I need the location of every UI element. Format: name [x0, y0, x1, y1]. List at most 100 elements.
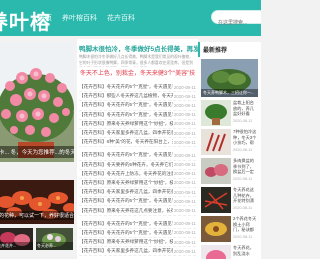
- list-item[interactable]: 【花卉百科】冬天家里多养这几盆，四季开花香满屋花2020-08-11: [79, 188, 196, 198]
- featured-card[interactable]: 冬天养鸭脚木，三招让你一...: [201, 59, 258, 97]
- page: 养叶榕 首页 养叶榕百科 花卉百科: [0, 0, 261, 259]
- list-item[interactable]: 【花卉百科】原来冬天养花这几点要注意，长得旺 2020-08-11: [79, 206, 196, 216]
- featured-caption: 冬天养鸭脚木，三招让你一...: [201, 89, 258, 97]
- list-item-date: 2020-08-11: [173, 171, 196, 177]
- recommend-thumb: [201, 187, 231, 213]
- list-item[interactable]: 【花卉百科】冬天花卉的5个“克星”，冬天遇见它，对2020-08-11: [79, 101, 196, 111]
- recommend-sidebar: 最新推荐 冬天养鸭脚木，三招让你一... 盆栽上阳台放的，养几盆好好看 2020-…: [198, 42, 261, 259]
- article-list-2: 【花卉百科】冬天花卉的5个“克星”，冬天遇见它，对2020-08-11 【花卉百…: [77, 151, 198, 216]
- secondary-slide-image[interactable]: 的花种，可以试一下，养好很适合乡镇...: [0, 180, 74, 224]
- list-item-title: 【花卉百科】冬天家里多养这几盆，四季开花香满屋花: [79, 248, 173, 254]
- list-item[interactable]: 【花卉百科】冬天花卉的5个“克星”，冬天遇见它，对2020-08-11: [79, 111, 196, 120]
- recommend-title: 冬天养花，别乱浇水: [233, 245, 254, 256]
- headline-summary: 鸭脚木很怕冷冬季做好几点长得美，鸭脚木是我们常见的观叶植物，它的叶子形状很像鸭脚…: [79, 55, 193, 65]
- main-nav: 首页 养叶榕百科 花卉百科: [38, 13, 135, 23]
- list-item-date: 2020-08-11: [173, 162, 196, 168]
- recommend-title: 盆栽上阳台放的，养几盆好好看: [233, 100, 254, 117]
- list-item-date: 2020-08-11: [173, 239, 196, 245]
- list-item-title: 【花卉百科】冬天花卉的5个“克星”，冬天遇见它，对: [79, 220, 173, 226]
- article-list-1: 【花卉百科】冬天花卉的5个“克星”，冬天遇见它，对2020-08-11 【花卉百…: [77, 83, 198, 148]
- nav-home[interactable]: 首页: [38, 13, 52, 23]
- list-item-title: 【花卉百科】冬天花卉的5个“克星”，冬天遇见它，对: [79, 229, 173, 235]
- list-item-title: 【花卉百科】冬天家里多养这几盆，四季开花香满屋花: [79, 189, 173, 195]
- headline-link[interactable]: 鸭脚木很怕冷，冬季做好5点长得美，再发“翡翠”: [77, 39, 198, 54]
- recommend-thumb: [201, 100, 231, 126]
- thumb-row: 花卉花卉... 冬天必养...: [0, 228, 74, 250]
- list-item-title: 【花卉百科】原来冬天养绿萝用这个“妙招”，枝繁叶茂: [79, 179, 173, 185]
- list-item-title: 【花卉百科】冬天花卉的5个“克星”，冬天遇见它，对: [79, 84, 173, 90]
- search-input[interactable]: [212, 17, 261, 29]
- list-item[interactable]: 【花卉百科】冬天花卉的5个“克星”，冬天遇见它，对2020-08-11: [79, 151, 196, 161]
- recommend-item[interactable]: 多肉换盆的季节到了，换盆后一定要注意 2020-08-11: [201, 158, 258, 184]
- list-item[interactable]: 【花卉百科】冬天花卉的5个“克星”，冬天遇见它，对2020-08-11: [79, 83, 196, 93]
- list-item[interactable]: 【花卉百科】冬天要养的5种花卉，冬天养它们开花 2020-08-11: [79, 161, 196, 170]
- list-item-title: 【花卉百科】冬天花卉上防冻，冬天养花的注意事项: [79, 170, 173, 176]
- list-item-date: 2020-08-11: [173, 198, 196, 204]
- recommend-item[interactable]: 冬天养花这几种花卉，开花特别漂亮 2020-08-11: [201, 187, 258, 213]
- list-item[interactable]: 【花卉百科】6种“美”的花，冬天养在阳台上，开花 2020-08-11: [79, 138, 196, 148]
- recommend-heading: 最新推荐: [198, 42, 261, 57]
- hero-slide-image[interactable]: 卡... 冬，今天为您推荐...的冬天: [0, 42, 74, 162]
- list-item[interactable]: 【花卉百科】冬天家里多养这几盆，四季开花香满屋花2020-08-11: [79, 247, 196, 257]
- recommend-date: 2020-08-11: [233, 148, 253, 152]
- list-item-date: 2020-08-11: [173, 139, 196, 145]
- list-item[interactable]: 【花卉百科】冬天花卉上防冻，冬天养花的注意事项2020-08-11: [79, 170, 196, 179]
- thumb-card[interactable]: 花卉花卉...: [0, 228, 33, 250]
- list-item-date: 2020-08-11: [173, 180, 196, 186]
- list-item-title: 【花卉百科】6种“美”的花，冬天养在阳台上，开花: [79, 139, 173, 145]
- list-item-date: 2020-08-11: [173, 84, 196, 90]
- recommend-thumb: [201, 245, 231, 259]
- list-item-title: 【花卉百科】原来冬天养花这几点要注意，长得旺: [79, 207, 173, 213]
- left-column: 卡... 冬，今天为您推荐...的冬天 的花种，可以试一下，养好很适合乡镇...: [0, 42, 74, 250]
- search-box: [211, 10, 261, 29]
- hero-flower-illustration: [0, 42, 74, 162]
- thumb-caption: 冬天必养...: [36, 242, 73, 250]
- list-item[interactable]: 【花卉百科】原来冬天养绿萝用这个“妙招”，枝繁叶茂2020-08-11: [79, 238, 196, 248]
- recommend-item[interactable]: 7种很怕冷这种，冬天3个小技巧，帮它过冬 2020-08-11: [201, 129, 258, 155]
- thumb-caption: 花卉花卉...: [0, 242, 33, 250]
- recommend-date: 2020-08-11: [233, 235, 253, 239]
- recommend-thumb: [201, 129, 231, 155]
- recommend-title: 冬天养花这几种花卉，开花特别漂亮: [233, 187, 254, 204]
- nav-yangyerong[interactable]: 养叶榕百科: [62, 13, 97, 23]
- recommend-date: 2020-08-11: [233, 119, 253, 123]
- list-item[interactable]: 【花卉百科】那些人冬天养这几盆植物，冬天开花特别2020-08-11: [79, 92, 196, 102]
- list-item-title: 【花卉百科】原来冬天养绿萝用这个“妙招”，枝繁叶茂: [79, 120, 173, 126]
- recommend-thumb: [201, 158, 231, 184]
- list-item-title: 【花卉百科】原来冬天养绿萝用这个“妙招”，枝繁叶茂: [79, 239, 173, 245]
- recommend-title: 2个养花冬天换土小窍门，秘诀都在: [233, 216, 257, 233]
- list-item-title: 【花卉百科】冬天花卉的5个“克星”，冬天遇见它，对: [79, 111, 173, 117]
- list-item-title: 【花卉百科】冬天花卉的5个“克星”，冬天遇见它，对: [79, 102, 173, 108]
- list-item[interactable]: 【花卉百科】原来冬天养绿萝用这个“妙招”，枝繁叶茂2020-08-11: [79, 120, 196, 129]
- recommend-date: 2020-08-11: [233, 177, 253, 181]
- list-item-title: 【花卉百科】冬天要养的5种花卉，冬天养它们开花: [79, 161, 173, 167]
- list-item-title: 【花卉百科】冬天家里多养这几盆，四季开花香满屋花: [79, 130, 173, 136]
- secondary-caption: 的花种，可以试一下，养好很适合乡镇...: [0, 211, 74, 220]
- nav-flowers[interactable]: 花卉百科: [107, 13, 135, 23]
- thumb-card[interactable]: 冬天必养...: [36, 228, 73, 250]
- top-header: 养叶榕 首页 养叶榕百科 花卉百科: [0, 0, 261, 36]
- list-item-date: 2020-08-11: [173, 208, 196, 214]
- list-item[interactable]: 【花卉百科】原来冬天养绿萝用这个“妙招”，枝繁叶茂2020-08-11: [79, 179, 196, 189]
- recommend-title: 多肉换盆的季节到了，换盆后一定要注意: [233, 158, 254, 175]
- recommend-item[interactable]: 2个养花冬天换土小窍门，秘诀都在 2020-08-11: [201, 216, 258, 242]
- article-list-column: 鸭脚木很怕冷，冬季做好5点长得美，再发“翡翠” 鸭脚木很怕冷冬季做好几点长得美，…: [77, 39, 198, 259]
- list-item-date: 2020-08-11: [173, 121, 196, 127]
- list-item-date: 2020-08-11: [173, 130, 196, 136]
- hero-caption: 卡... 冬，今天为您推荐...的冬天: [0, 146, 74, 158]
- recommend-thumb: [201, 216, 231, 242]
- list-item[interactable]: 【花卉百科】冬天花卉的5个“克星”，冬天遇见它，对2020-08-11: [79, 197, 196, 207]
- list-item-date: 2020-08-11: [173, 248, 196, 254]
- list-item[interactable]: 【花卉百科】冬天花卉的5个“克星”，冬天遇见它，对2020-08-11: [79, 229, 196, 238]
- list-item-date: 2020-08-11: [173, 230, 196, 236]
- list-item-title: 【花卉百科】那些人冬天养这几盆植物，冬天开花特别: [79, 93, 173, 99]
- list-item-date: 2020-08-11: [173, 189, 196, 195]
- sub-headline-link[interactable]: 冬天不上色，别栽金，冬天来健3个“美容”技: [77, 67, 198, 83]
- recommend-item[interactable]: 冬天养花，别乱浇水2020-08-11: [201, 245, 258, 259]
- list-item[interactable]: 【花卉百科】冬天家里多养这几盆，四季开花香满屋花2020-08-11: [79, 129, 196, 139]
- list-item-date: 2020-08-11: [173, 152, 196, 158]
- list-item-date: 2020-08-11: [173, 102, 196, 108]
- list-item[interactable]: 【花卉百科】冬天花卉的5个“克星”，冬天遇见它，对2020-08-11: [79, 220, 196, 229]
- list-item-date: 2020-08-11: [173, 93, 196, 99]
- recommend-item[interactable]: 盆栽上阳台放的，养几盆好好看 2020-08-11: [201, 100, 258, 126]
